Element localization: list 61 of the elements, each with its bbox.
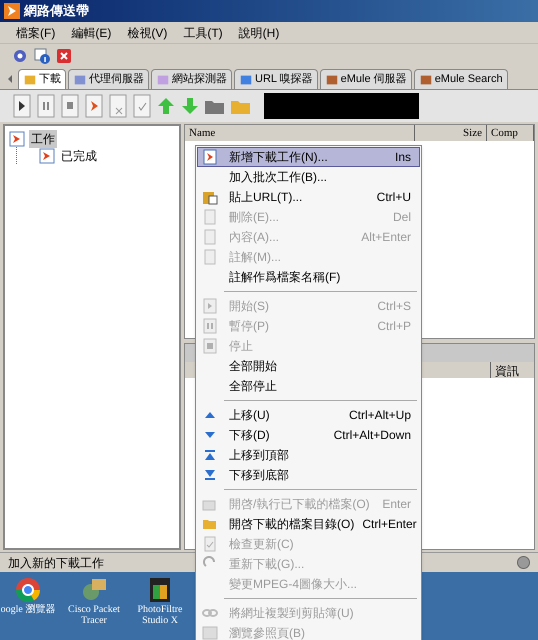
play-icon[interactable] bbox=[12, 94, 32, 118]
document-icon bbox=[202, 229, 218, 245]
stop-icon bbox=[202, 338, 218, 354]
tab[interactable]: eMule 伺服器 bbox=[320, 69, 412, 89]
scroll-left-icon[interactable] bbox=[6, 74, 14, 84]
menu-item[interactable]: 全部開始 bbox=[197, 356, 420, 376]
check-document-icon[interactable] bbox=[132, 94, 152, 118]
column-header[interactable]: 資訊 bbox=[490, 362, 534, 378]
menu-item[interactable]: 開啓下載的檔案目錄(O) Ctrl+Enter bbox=[197, 514, 420, 534]
column-header[interactable]: Size bbox=[415, 125, 487, 141]
play-icon bbox=[202, 298, 218, 314]
info-icon[interactable] bbox=[34, 48, 50, 64]
close-icon[interactable] bbox=[56, 48, 72, 64]
menu-item[interactable]: 新增下載工作(N)... Ins bbox=[197, 147, 420, 167]
tab-icon bbox=[23, 72, 37, 86]
menu-item[interactable]: 下移到底部 bbox=[197, 465, 420, 485]
column-header[interactable]: Comp bbox=[487, 125, 534, 141]
tab[interactable]: 網站探測器 bbox=[151, 69, 232, 89]
menu-item[interactable]: 全部停止 bbox=[197, 376, 420, 396]
menu-item[interactable]: 上移到頂部 bbox=[197, 445, 420, 465]
menu-item[interactable]: 下移(D) Ctrl+Alt+Down bbox=[197, 425, 420, 445]
tab[interactable]: eMule Search bbox=[414, 69, 508, 89]
menu-item[interactable]: 檢視(V) bbox=[127, 24, 168, 42]
down-arrow-icon[interactable] bbox=[180, 96, 200, 116]
document-icon bbox=[202, 209, 218, 225]
menu-item[interactable]: 檔案(F) bbox=[16, 24, 56, 42]
menu-item[interactable]: 貼上URL(T)... Ctrl+U bbox=[197, 187, 420, 207]
tab[interactable]: URL 嗅探器 bbox=[234, 69, 318, 89]
shortcut-icon[interactable] bbox=[14, 576, 42, 604]
tab-icon bbox=[156, 72, 170, 86]
window-title: 網路傳送帶 bbox=[24, 2, 89, 20]
status-text: 加入新的下載工作 bbox=[8, 554, 104, 572]
shortcut-label[interactable]: PhotoFiltre Studio X bbox=[132, 604, 188, 626]
menu-item[interactable]: 工具(T) bbox=[183, 24, 223, 42]
document-icon bbox=[202, 249, 218, 265]
pause-icon bbox=[202, 318, 218, 334]
tab-icon bbox=[239, 72, 253, 86]
check-document-icon bbox=[202, 536, 218, 552]
tab-icon bbox=[418, 72, 433, 86]
tab-icon bbox=[73, 72, 87, 86]
shortcut-label[interactable]: Cisco Packet Tracer bbox=[66, 604, 122, 626]
browser-icon bbox=[202, 625, 218, 640]
stop-icon[interactable] bbox=[60, 94, 80, 118]
delete-document-icon[interactable] bbox=[108, 94, 128, 118]
status-light-icon bbox=[517, 556, 530, 569]
app-logo-icon bbox=[4, 3, 20, 19]
menu-item[interactable]: 說明(H) bbox=[238, 24, 280, 42]
tab[interactable]: 代理伺服器 bbox=[68, 69, 149, 89]
menu-item[interactable]: 上移(U) Ctrl+Alt+Up bbox=[197, 405, 420, 425]
menu-item[interactable]: 編輯(E) bbox=[71, 24, 112, 42]
tree-item[interactable]: 已完成 bbox=[59, 146, 99, 164]
move-top-icon bbox=[202, 447, 218, 463]
up-arrow-icon[interactable] bbox=[156, 96, 176, 116]
shortcut-label[interactable]: oogle 瀏覽器 bbox=[0, 604, 56, 615]
menu-item[interactable]: 註解作爲檔案名稱(F) bbox=[197, 267, 420, 287]
tree-item[interactable]: 工作 bbox=[29, 130, 57, 148]
column-header[interactable]: Name bbox=[185, 125, 415, 141]
menu-item[interactable]: 加入批次工作(B)... bbox=[197, 167, 420, 187]
tab-icon bbox=[324, 72, 339, 86]
tab[interactable]: 下載 bbox=[18, 69, 66, 89]
move-bottom-icon bbox=[202, 467, 218, 483]
